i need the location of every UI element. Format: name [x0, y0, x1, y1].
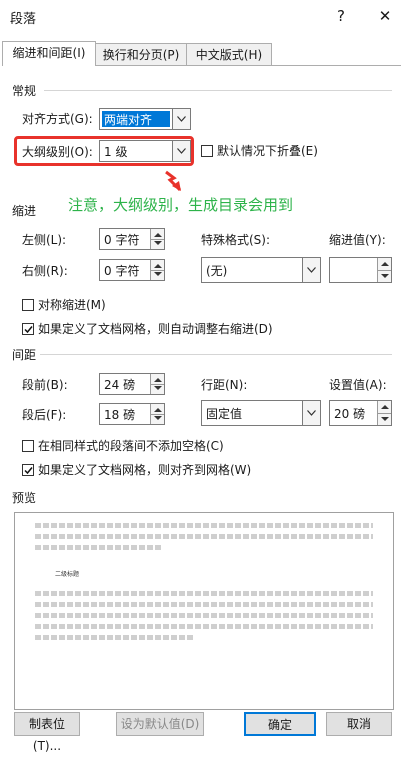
- preview-text-line: [35, 602, 373, 607]
- section-divider: [44, 90, 392, 91]
- section-general: 常规: [12, 84, 37, 98]
- spacing-after-value: 18 磅: [104, 408, 136, 422]
- cancel-button[interactable]: 取消: [326, 712, 392, 736]
- auto-right-indent-label: 如果定义了文档网格，则自动调整右缩进(D): [38, 322, 273, 336]
- special-indent-value: (无): [206, 264, 228, 278]
- outline-level-select[interactable]: 1 级: [99, 140, 191, 162]
- preview-pane: 二级标题: [14, 512, 394, 710]
- annotation-text: 注意，大纲级别，生成目录会用到: [68, 196, 294, 214]
- checkmark-icon: [24, 467, 33, 475]
- checkmark-icon: [24, 326, 33, 334]
- preview-text-line: [35, 545, 163, 550]
- no-space-same-style-checkbox[interactable]: [22, 440, 34, 452]
- collapse-label: 默认情况下折叠(E): [217, 144, 318, 158]
- snap-to-grid-checkbox[interactable]: [22, 464, 34, 476]
- preview-text-line: [35, 613, 373, 618]
- snap-to-grid-label: 如果定义了文档网格，则对齐到网格(W): [38, 463, 252, 477]
- ok-button[interactable]: 确定: [244, 712, 316, 736]
- outline-level-value: 1 级: [104, 145, 128, 159]
- spacing-at-value: 20 磅: [334, 407, 366, 421]
- section-preview: 预览: [12, 491, 37, 505]
- spin-arrows-icon[interactable]: [150, 374, 164, 394]
- tab-asian-typography[interactable]: 中文版式(H): [186, 43, 272, 66]
- mirror-indent-checkbox[interactable]: [22, 299, 34, 311]
- annotation-arrow-icon: [165, 170, 182, 192]
- spacing-after-label: 段后(F):: [22, 408, 67, 422]
- alignment-select[interactable]: 两端对齐: [99, 108, 191, 130]
- spacing-before-label: 段前(B):: [22, 378, 68, 392]
- section-divider: [40, 354, 392, 355]
- no-space-same-style-label: 在相同样式的段落间不添加空格(C): [38, 439, 224, 453]
- collapse-checkbox[interactable]: [201, 145, 213, 157]
- outline-level-label: 大纲级别(O):: [22, 145, 93, 159]
- indent-right-spinner[interactable]: 0 字符: [99, 259, 165, 281]
- tabs-button[interactable]: 制表位(T)...: [14, 712, 80, 753]
- section-spacing: 间距: [12, 348, 37, 362]
- mirror-indent-label: 对称缩进(M): [38, 298, 106, 312]
- preview-heading: 二级标题: [55, 571, 80, 578]
- preview-text-line: [35, 534, 373, 539]
- spacing-after-spinner[interactable]: 18 磅: [99, 403, 165, 425]
- preview-text-line: [35, 624, 373, 629]
- preview-text-line: [35, 635, 193, 640]
- spacing-before-value: 24 磅: [104, 378, 136, 392]
- special-indent-select[interactable]: (无): [201, 257, 321, 283]
- spacing-at-spinner[interactable]: 20 磅: [329, 400, 392, 426]
- chevron-down-icon: [172, 109, 190, 129]
- close-button[interactable]: ✕: [371, 4, 399, 28]
- spacing-before-spinner[interactable]: 24 磅: [99, 373, 165, 395]
- indent-left-value: 0 字符: [104, 233, 140, 247]
- set-default-button[interactable]: 设为默认值(D): [116, 712, 204, 736]
- close-icon: ✕: [378, 7, 392, 25]
- alignment-label: 对齐方式(G):: [22, 112, 93, 126]
- chevron-down-icon: [302, 401, 320, 425]
- dialog-title: 段落: [10, 12, 37, 27]
- indent-by-label: 缩进值(Y):: [329, 233, 386, 247]
- spin-arrows-icon[interactable]: [377, 401, 391, 425]
- auto-right-indent-checkbox[interactable]: [22, 323, 34, 335]
- chevron-down-icon: [172, 141, 190, 161]
- tab-line-page-breaks[interactable]: 换行和分页(P): [94, 43, 188, 66]
- section-indent: 缩进: [12, 204, 37, 218]
- line-spacing-value: 固定值: [206, 407, 243, 421]
- spacing-at-label: 设置值(A):: [329, 378, 387, 392]
- indent-by-spinner[interactable]: [329, 257, 392, 283]
- tab-indents-spacing[interactable]: 缩进和间距(I): [2, 41, 96, 66]
- special-indent-label: 特殊格式(S):: [201, 233, 271, 247]
- spin-arrows-icon[interactable]: [377, 258, 391, 282]
- spin-arrows-icon[interactable]: [150, 229, 164, 249]
- spin-arrows-icon[interactable]: [150, 260, 164, 280]
- chevron-down-icon: [302, 258, 320, 282]
- indent-left-label: 左侧(L):: [22, 233, 67, 247]
- indent-left-spinner[interactable]: 0 字符: [99, 228, 165, 250]
- indent-right-label: 右侧(R):: [22, 264, 68, 278]
- preview-text-line: [35, 523, 373, 528]
- line-spacing-label: 行距(N):: [201, 378, 248, 392]
- indent-right-value: 0 字符: [104, 264, 140, 278]
- line-spacing-select[interactable]: 固定值: [201, 400, 321, 426]
- preview-text-line: [35, 591, 373, 596]
- help-button[interactable]: ?: [327, 4, 355, 28]
- alignment-value: 两端对齐: [104, 113, 153, 127]
- spin-arrows-icon[interactable]: [150, 404, 164, 424]
